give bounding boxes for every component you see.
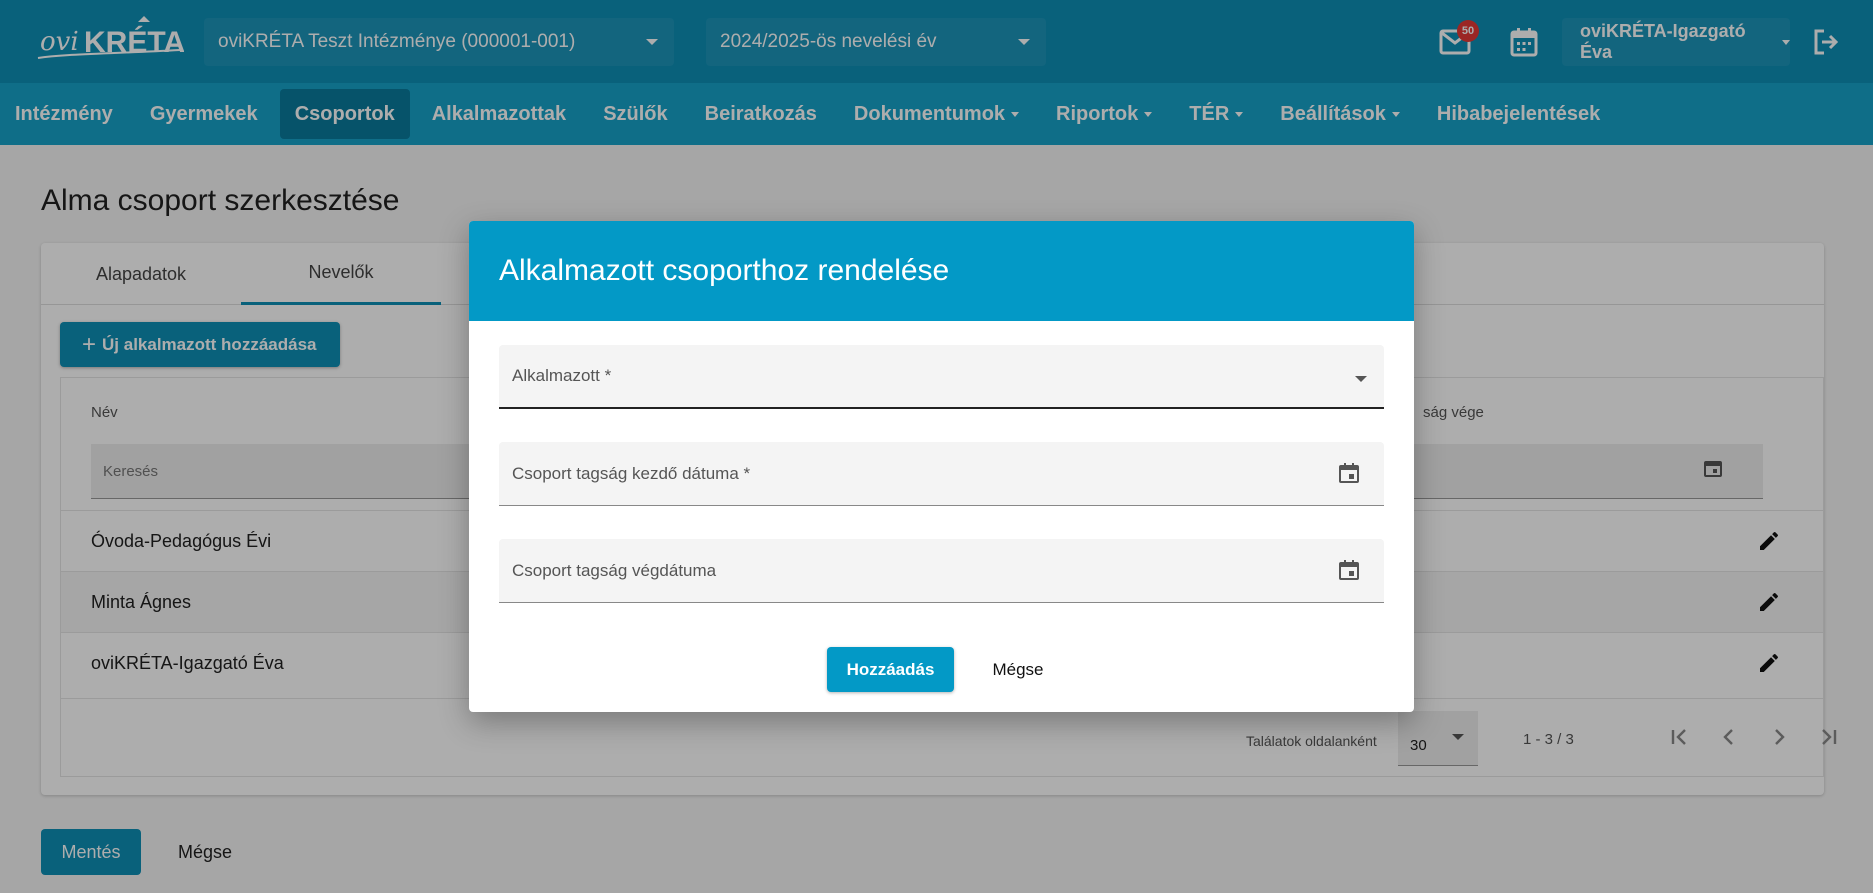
dialog-cancel-button[interactable]: Mégse: [968, 647, 1068, 692]
start-date-label: Csoport tagság kezdő dátuma *: [512, 463, 751, 483]
start-date-field[interactable]: Csoport tagság kezdő dátuma *: [499, 442, 1384, 506]
employee-select-label: Alkalmazott *: [512, 366, 612, 385]
end-date-label: Csoport tagság végdátuma: [512, 560, 717, 580]
calendar-icon[interactable]: [1338, 462, 1360, 489]
calendar-icon[interactable]: [1338, 559, 1360, 586]
end-date-field[interactable]: Csoport tagság végdátuma: [499, 539, 1384, 603]
chevron-down-icon: [1355, 376, 1367, 382]
dialog-title: Alkalmazott csoporthoz rendelése: [469, 221, 1414, 321]
employee-select[interactable]: Alkalmazott *: [499, 345, 1384, 409]
add-button[interactable]: Hozzáadás: [827, 647, 954, 692]
assign-employee-dialog: Alkalmazott csoporthoz rendelése Alkalma…: [469, 221, 1414, 712]
